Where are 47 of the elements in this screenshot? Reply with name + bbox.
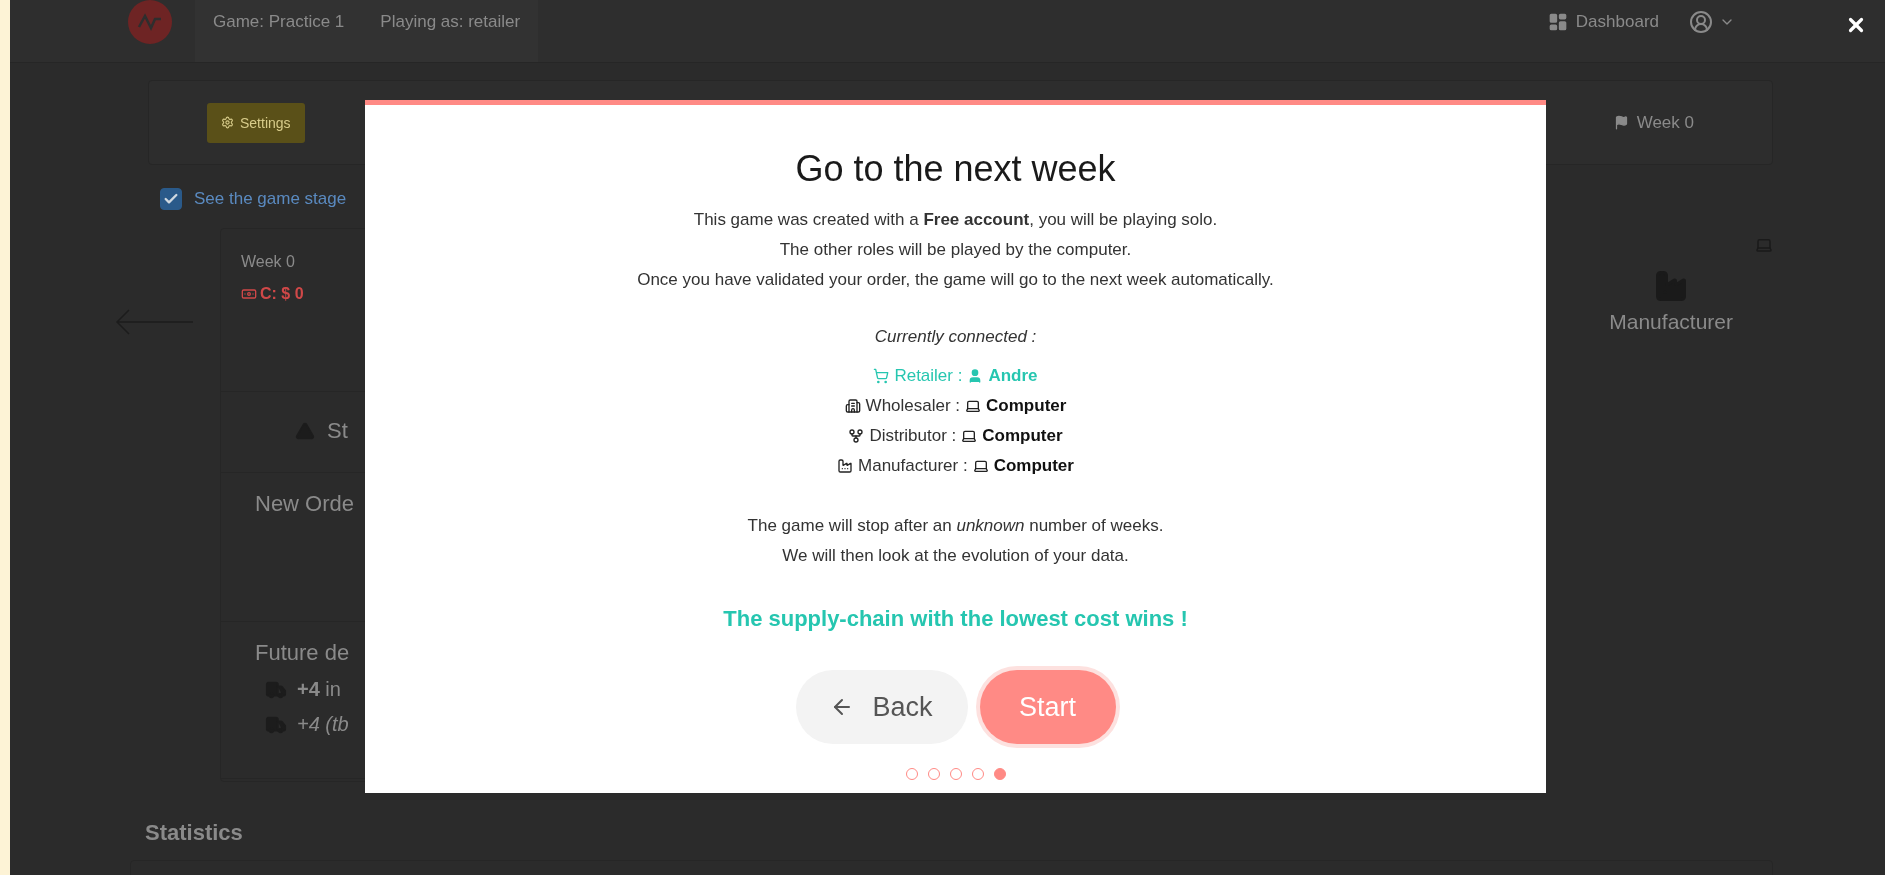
intro-text: This game was created with a Free account, you will be playing solo. <box>693 209 1218 231</box>
checkbox[interactable] <box>160 188 182 210</box>
laptop-icon <box>965 398 982 414</box>
role-label: Retailer : <box>894 366 963 386</box>
delivery-text: +4 in <box>297 678 341 701</box>
section-title: New Orde <box>255 491 356 517</box>
checkbox-label: See the game stage <box>194 189 347 209</box>
role-label: Distributor : <box>869 426 957 446</box>
laptop-icon <box>961 428 978 444</box>
info-text: The game will stop after an unknown number of weeks. <box>747 515 1164 537</box>
role-name: Manufacturer <box>1609 310 1733 334</box>
delivery-text: +4 (tb <box>297 713 349 736</box>
gear-icon <box>221 116 234 129</box>
dashboard-icon <box>1547 12 1568 32</box>
cart-icon <box>873 368 890 384</box>
player-name: Andre <box>988 366 1038 386</box>
factory-icon <box>837 458 854 474</box>
flag-icon <box>1613 115 1629 130</box>
player-name: Computer <box>982 426 1063 446</box>
laptop-icon <box>972 458 989 474</box>
building-icon <box>844 398 861 414</box>
player-name: Computer <box>993 456 1074 476</box>
intro-text: Once you have validated your order, the game will go to the next week automatically. <box>637 269 1274 291</box>
step-dot[interactable] <box>993 768 1006 780</box>
section-title: St <box>327 418 348 444</box>
back-button[interactable]: Back <box>795 670 968 744</box>
dashboard-link[interactable]: Dashboard <box>1547 0 1659 62</box>
week-label: Week 0 <box>241 253 296 271</box>
player-name: Computer <box>986 396 1067 416</box>
section-heading: Statistics <box>145 820 244 846</box>
intro-text: The other roles will be played by the computer. <box>779 239 1132 261</box>
role-label: Wholesaler : <box>865 396 961 416</box>
cost-value: C: $ 0 <box>260 285 304 303</box>
role-label: Manufacturer : <box>858 456 968 476</box>
header-tab[interactable]: Playing as: retailer <box>362 0 539 62</box>
app-logo[interactable] <box>128 0 172 44</box>
header-tab[interactable]: Game: Practice 1 <box>195 0 363 62</box>
user-icon <box>1689 10 1713 34</box>
week-indicator: Week 0 <box>1613 112 1694 133</box>
section-title: Future de <box>255 640 351 666</box>
fork-icon <box>848 428 865 444</box>
connected-label: Currently connected : <box>874 326 1037 348</box>
money-icon <box>241 286 257 302</box>
modal-title: Go to the next week <box>795 147 1116 191</box>
settings-button[interactable]: Settings <box>207 102 305 143</box>
headline: The supply-chain with the lowest cost wins ! <box>723 605 1188 633</box>
info-text: We will then look at the evolution of your data. <box>782 545 1129 567</box>
